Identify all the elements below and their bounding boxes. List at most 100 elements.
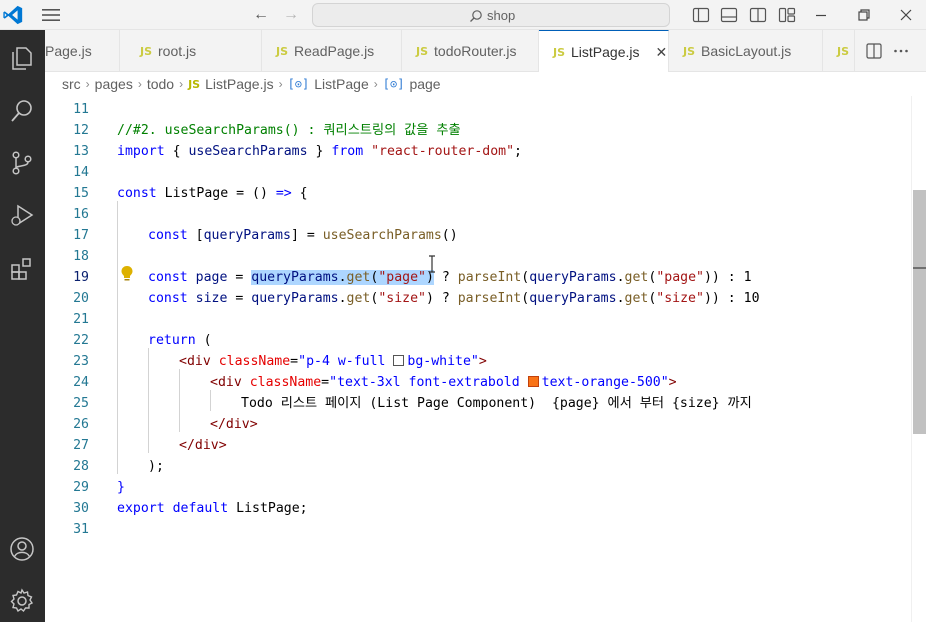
forward-arrow-icon[interactable]: → xyxy=(280,6,302,24)
js-file-icon: JS xyxy=(553,45,566,59)
menu-icon[interactable] xyxy=(40,7,62,23)
code-function: parseInt xyxy=(457,270,522,285)
toggle-panel-icon[interactable] xyxy=(720,7,738,23)
extensions-icon[interactable] xyxy=(5,252,39,286)
close-window-icon[interactable] xyxy=(897,7,915,23)
activity-bar xyxy=(0,30,45,622)
line-number: 24 xyxy=(73,375,89,390)
color-swatch-orange[interactable] xyxy=(527,376,539,387)
line-number: 27 xyxy=(73,438,89,453)
code-line: 22 return ( xyxy=(45,330,911,351)
code-function: get xyxy=(624,270,649,285)
code-editor[interactable]: 11 12 //#2. useSearchParams() : 쿼리스트링의 값을… xyxy=(45,96,911,622)
tab-label: todoRouter.js xyxy=(434,43,517,59)
code-function: get xyxy=(346,270,371,285)
breadcrumb-pages[interactable]: pages xyxy=(95,76,133,92)
code-identifier: ListPage xyxy=(236,501,300,516)
line-number: 19 xyxy=(73,270,89,285)
keyword: const xyxy=(148,291,188,306)
code-punct: . xyxy=(616,270,625,285)
code-punct: ] = xyxy=(290,228,323,243)
code-line: 24 <div className="text-3xl font-extrabol… xyxy=(45,372,911,393)
code-punct: { xyxy=(164,144,189,159)
code-punct: . xyxy=(338,291,347,306)
source-control-icon[interactable] xyxy=(5,146,39,180)
split-editor-icon[interactable] xyxy=(865,42,883,60)
search-icon[interactable] xyxy=(5,94,39,128)
code-identifier: ListPage xyxy=(164,186,229,201)
keyword: const xyxy=(117,186,157,201)
line-number: 11 xyxy=(73,102,89,117)
code-line: 20 const size = queryParams.get("size") ?… xyxy=(45,288,911,309)
line-number: 26 xyxy=(73,417,89,432)
code-line: 21 xyxy=(45,309,911,330)
code-identifier: queryParams xyxy=(529,291,617,306)
js-file-icon: JS xyxy=(837,44,850,58)
code-punct: { xyxy=(291,186,308,201)
tab-page-js[interactable]: Page.js xyxy=(45,30,120,72)
code-line: 25 Todo 리스트 페이지 (List Page Component) {pa… xyxy=(45,393,911,414)
breadcrumb-symbol-page[interactable]: page xyxy=(409,76,440,92)
editor-tabs: Page.js JS root.js JS ReadPage.js JS tod… xyxy=(45,30,926,73)
code-punct: [ xyxy=(187,228,204,243)
tab-todorouter-js[interactable]: JS todoRouter.js xyxy=(402,30,539,72)
js-file-icon: JS xyxy=(416,44,429,58)
keyword: const xyxy=(148,228,188,243)
tab-root-js[interactable]: JS root.js xyxy=(120,30,262,72)
code-tag: <div xyxy=(210,375,242,390)
code-string: "page" xyxy=(656,270,704,285)
back-arrow-icon[interactable]: ← xyxy=(250,6,272,24)
js-file-icon: JS xyxy=(683,44,696,58)
code-identifier: size xyxy=(195,291,228,306)
code-identifier: page xyxy=(195,270,228,285)
explorer-icon[interactable] xyxy=(5,41,39,75)
code-punct: ? xyxy=(433,270,458,285)
run-debug-icon[interactable] xyxy=(5,198,39,232)
code-tag: > xyxy=(668,375,677,390)
minimize-icon[interactable] xyxy=(812,7,830,23)
code-number: 1 xyxy=(743,270,752,285)
toggle-secondary-sidebar-icon[interactable] xyxy=(749,7,767,23)
breadcrumb-file[interactable]: ListPage.js xyxy=(205,76,273,92)
tab-listpage-js[interactable]: JS ListPage.js ✕ xyxy=(539,30,669,73)
tab-basiclayout-js[interactable]: JS BasicLayout.js xyxy=(669,30,823,72)
code-attr-value: "p-4 w-full xyxy=(298,354,394,369)
tab-readpage-js[interactable]: JS ReadPage.js xyxy=(262,30,402,72)
line-number: 31 xyxy=(73,522,89,537)
tab-overflow-js[interactable]: JS xyxy=(823,30,855,72)
tab-label: root.js xyxy=(158,43,197,59)
breadcrumb-todo[interactable]: todo xyxy=(147,76,174,92)
keyword: export xyxy=(117,501,165,516)
breadcrumb-symbol-listpage[interactable]: ListPage xyxy=(314,76,368,92)
lightbulb-icon[interactable] xyxy=(120,265,134,283)
vertical-scrollbar[interactable] xyxy=(911,96,926,622)
toggle-sidebar-icon[interactable] xyxy=(692,7,710,23)
code-tag: <div xyxy=(179,354,211,369)
accounts-icon[interactable] xyxy=(5,532,39,566)
keyword: from xyxy=(331,144,364,159)
tab-label: ReadPage.js xyxy=(294,43,375,59)
code-punct xyxy=(157,186,165,201)
code-identifier: queryParams xyxy=(203,228,291,243)
breadcrumb-src[interactable]: src xyxy=(62,76,81,92)
code-identifier: queryParams xyxy=(529,270,617,285)
code-attr-value: "text-3xl font-extrabold xyxy=(329,375,528,390)
breadcrumb-separator: › xyxy=(373,77,378,91)
code-line: 13 import { useSearchParams } from "react… xyxy=(45,141,911,162)
symbol-variable-icon: [⊙] xyxy=(382,77,405,91)
code-attribute: className xyxy=(241,375,322,390)
code-punct xyxy=(188,270,196,285)
close-tab-icon[interactable]: ✕ xyxy=(656,44,668,61)
scrollbar-thumb[interactable] xyxy=(913,190,926,434)
line-number: 18 xyxy=(73,249,89,264)
color-swatch-white[interactable] xyxy=(393,355,405,366)
more-actions-icon[interactable] xyxy=(892,42,910,60)
manage-gear-icon[interactable] xyxy=(5,584,39,618)
line-number: 29 xyxy=(73,480,89,495)
line-number: 14 xyxy=(73,165,89,180)
restore-icon[interactable] xyxy=(855,7,873,23)
customize-layout-icon[interactable] xyxy=(778,7,796,23)
command-center-search[interactable]: shop xyxy=(312,3,670,27)
line-number: 21 xyxy=(73,312,89,327)
code-attr-value: text-orange-500" xyxy=(541,375,669,390)
